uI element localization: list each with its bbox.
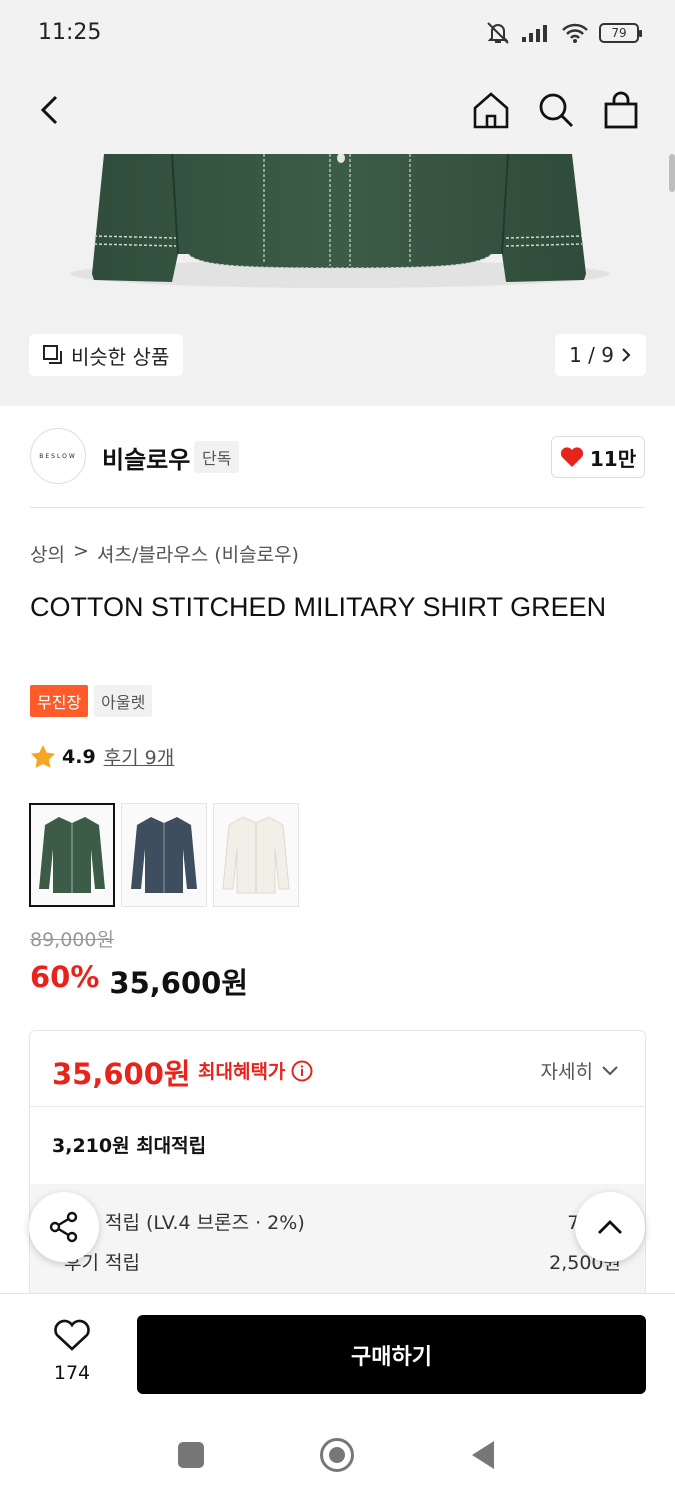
similar-icon (43, 345, 62, 364)
product-title: COTTON STITCHED MILITARY SHIRT GREEN (30, 592, 607, 622)
color-option-green[interactable] (29, 803, 115, 907)
color-option-navy[interactable] (121, 803, 207, 907)
share-button[interactable] (29, 1192, 99, 1262)
star-icon (31, 744, 55, 768)
brand-logo[interactable]: BESLOW (30, 428, 86, 484)
system-navigation-bar (0, 1415, 675, 1500)
brand-row: BESLOW 비슬로우 단독 11만 (0, 406, 675, 508)
badge-mujinjang: 무진장 (30, 685, 89, 717)
divider (30, 507, 645, 508)
max-benefit-label: 최대혜택가 (198, 1061, 286, 1083)
breadcrumb-category[interactable]: 상의 (30, 540, 65, 567)
product-image-carousel[interactable]: 비슷한 상품 1 / 9 (0, 154, 675, 406)
home-icon (473, 92, 509, 129)
price-row: 60% 35,600원 (30, 960, 248, 1002)
share-icon (49, 1211, 78, 1243)
shirt-thumbnail (39, 817, 105, 893)
chevron-down-icon (602, 1065, 618, 1075)
bottom-action-bar: 174 구매하기 (0, 1293, 675, 1415)
color-option-ivory[interactable] (213, 803, 299, 907)
top-navigation (0, 66, 675, 154)
shirt-thumbnail (131, 817, 197, 893)
review-link[interactable]: 후기 9개 (104, 743, 175, 770)
brand-logo-text: BESLOW (39, 452, 77, 460)
scroll-top-button[interactable] (575, 1192, 645, 1262)
similar-products-button[interactable]: 비슷한 상품 (29, 334, 184, 376)
badge-outlet: 아울렛 (94, 685, 153, 717)
heart-filled-icon (560, 447, 583, 467)
rating-row: 4.9 후기 9개 (30, 743, 174, 770)
status-icons: 79 (485, 20, 642, 46)
product-badges: 무진장 아울렛 (30, 685, 153, 717)
status-bar: 11:25 79 (0, 0, 675, 66)
brand-name[interactable]: 비슬로우 (102, 440, 190, 475)
heart-outline-icon (54, 1319, 90, 1351)
scroll-indicator[interactable] (669, 154, 675, 192)
brand-like-button[interactable]: 11만 (551, 436, 645, 478)
breadcrumb-separator: > (72, 540, 89, 562)
wishlist-button[interactable]: 174 (38, 1318, 106, 1384)
max-benefit-price: 35,600원 (52, 1057, 191, 1091)
buy-button[interactable]: 구매하기 (137, 1315, 646, 1394)
points-breakdown: 등급 적립 (LV.4 브론즈 · 2%) 710원 후기 적립 2,500원 (30, 1184, 645, 1309)
shopping-bag-icon (604, 91, 638, 129)
wishlist-count: 174 (53, 1362, 91, 1384)
discount-rate: 60% (30, 960, 100, 994)
rating-score: 4.9 (62, 745, 96, 768)
similar-products-label: 비슷한 상품 (71, 344, 170, 369)
info-icon[interactable] (291, 1060, 313, 1082)
chevron-right-icon (622, 348, 631, 362)
points-line-label: 등급 적립 (LV.4 브론즈 · 2%) (64, 1212, 305, 1234)
back-system-button[interactable] (470, 1439, 496, 1471)
chevron-up-icon (598, 1220, 622, 1234)
home-system-button[interactable] (320, 1438, 354, 1472)
benefit-header: 35,600원 최대혜택가 자세히 (30, 1031, 645, 1107)
original-price: 89,000원 (30, 929, 114, 951)
battery-level: 79 (611, 26, 627, 40)
brand-like-count: 11만 (589, 446, 637, 471)
recents-button[interactable] (178, 1442, 204, 1468)
image-pager-label: 1 / 9 (569, 343, 614, 367)
image-pager[interactable]: 1 / 9 (555, 334, 646, 376)
benefit-detail-toggle[interactable]: 자세히 (541, 1057, 619, 1084)
exclusive-badge: 단독 (194, 441, 240, 473)
signal-icon (522, 25, 547, 42)
status-time: 11:25 (38, 20, 102, 45)
wifi-icon (562, 23, 588, 43)
cart-button[interactable] (597, 86, 645, 134)
battery-indicator: 79 (599, 23, 642, 43)
back-button[interactable] (26, 86, 74, 134)
benefit-detail-label: 자세히 (540, 1061, 593, 1083)
shirt-thumbnail (222, 816, 290, 894)
max-points: 3,210원 최대적립 (52, 1135, 207, 1157)
sale-price: 35,600원 (109, 966, 249, 1000)
benefit-box: 35,600원 최대혜택가 자세히 3,210원 최대적립 등급 적립 (LV.… (29, 1030, 646, 1310)
bell-muted-icon (487, 22, 509, 44)
search-button[interactable] (532, 86, 580, 134)
max-benefit-label-row: 최대혜택가 (198, 1057, 313, 1084)
home-dot-icon (329, 1447, 345, 1463)
home-button[interactable] (467, 86, 515, 134)
breadcrumb: 상의 > 셔츠/블라우스 (비슬로우) (30, 540, 299, 567)
chevron-left-icon (40, 95, 58, 125)
breadcrumb-subcategory[interactable]: 셔츠/블라우스 (비슬로우) (97, 540, 299, 567)
search-icon (539, 93, 573, 127)
color-options (29, 803, 299, 907)
